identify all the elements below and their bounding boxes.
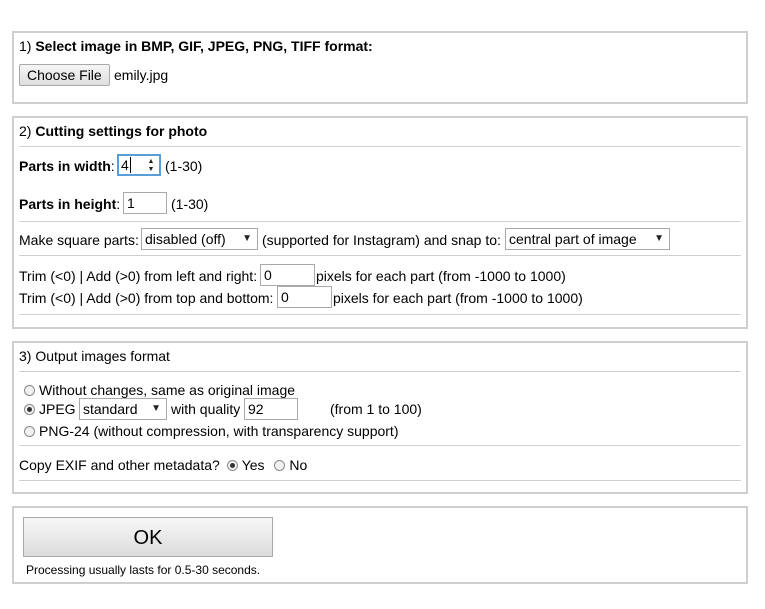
section-2-header: 2) Cutting settings for photo	[19, 123, 207, 139]
section-1-header: 1) Select image in BMP, GIF, JPEG, PNG, …	[19, 38, 373, 54]
trim-left-right-suffix: pixels for each part (from -1000 to 1000…	[316, 268, 566, 284]
exif-label: Copy EXIF and other metadata?	[19, 457, 220, 473]
square-parts-select[interactable]: disabled (off) ▼	[141, 228, 258, 250]
jpeg-mode-value: standard	[83, 401, 138, 417]
divider	[19, 221, 741, 222]
parts-height-label: Parts in height	[19, 196, 117, 212]
section-output-format: 3) Output images format Without changes,…	[12, 341, 748, 494]
chevron-down-icon: ▼	[151, 403, 161, 414]
parts-height-input[interactable]	[123, 192, 167, 214]
trim-top-bottom-label: Trim (<0) | Add (>0) from top and bottom…	[19, 290, 274, 306]
option-png[interactable]: PNG-24 (without compression, with transp…	[24, 423, 398, 439]
square-parts-label: Make square parts:	[19, 232, 139, 248]
trim-left-right-label: Trim (<0) | Add (>0) from left and right…	[19, 268, 258, 284]
divider	[19, 255, 741, 256]
section-select-image: 1) Select image in BMP, GIF, JPEG, PNG, …	[12, 31, 748, 104]
snap-to-value: central part of image	[509, 231, 637, 247]
processing-note: Processing usually lasts for 0.5-30 seco…	[26, 563, 261, 577]
quality-range: (from 1 to 100)	[330, 401, 422, 417]
parts-width-stepper[interactable]: 4 ▲ ▼	[117, 154, 161, 176]
radio-exif-no[interactable]	[274, 460, 286, 471]
exif-yes-label: Yes	[241, 457, 265, 473]
parts-width-range: (1-30)	[165, 158, 203, 174]
option-original[interactable]: Without changes, same as original image	[24, 382, 295, 398]
trim-top-bottom-input[interactable]	[277, 286, 332, 308]
radio-original[interactable]	[24, 385, 35, 396]
radio-jpeg[interactable]	[24, 404, 35, 415]
section-submit: OK Processing usually lasts for 0.5-30 s…	[12, 506, 748, 584]
option-jpeg[interactable]: JPEG	[24, 401, 76, 417]
square-parts-value: disabled (off)	[145, 231, 226, 247]
section-1-title: Select image in BMP, GIF, JPEG, PNG, TIF…	[35, 38, 373, 54]
snap-to-select[interactable]: central part of image ▼	[505, 228, 670, 250]
parts-height-range: (1-30)	[171, 196, 209, 212]
divider	[19, 314, 741, 315]
chevron-down-icon: ▼	[242, 233, 252, 244]
jpeg-mode-select[interactable]: standard ▼	[79, 398, 167, 420]
divider	[19, 146, 741, 147]
option-original-label: Without changes, same as original image	[39, 382, 296, 398]
exif-row: Copy EXIF and other metadata? Yes No	[19, 457, 307, 473]
parts-width-label: Parts in width	[19, 158, 111, 174]
divider	[19, 445, 741, 446]
trim-left-right-input[interactable]	[260, 264, 315, 286]
radio-png[interactable]	[24, 426, 35, 437]
section-2-title: Cutting settings for photo	[35, 123, 208, 139]
section-cutting-settings: 2) Cutting settings for photo Parts in w…	[12, 116, 748, 329]
ok-button[interactable]: OK	[23, 517, 273, 557]
stepper-arrows-icon[interactable]: ▲ ▼	[146, 158, 156, 174]
exif-no-label: No	[289, 457, 308, 473]
divider	[19, 480, 741, 481]
chevron-down-icon: ▼	[654, 233, 664, 244]
parts-width-row: Parts in width:	[19, 158, 115, 174]
radio-exif-yes[interactable]	[226, 460, 238, 471]
option-jpeg-label: JPEG	[39, 401, 76, 417]
trim-top-bottom-suffix: pixels for each part (from -1000 to 1000…	[333, 290, 583, 306]
selected-file-name: emily.jpg	[114, 67, 169, 83]
quality-input[interactable]	[244, 398, 298, 420]
section-1-number: 1)	[19, 38, 32, 54]
section-2-number: 2)	[19, 123, 32, 139]
parts-height-row: Parts in height:	[19, 196, 121, 212]
option-png-label: PNG-24 (without compression, with transp…	[39, 423, 399, 439]
square-parts-note: (supported for Instagram) and snap to:	[262, 232, 501, 248]
section-3-title: 3) Output images format	[19, 348, 170, 364]
choose-file-button[interactable]: Choose File	[19, 64, 110, 86]
quality-label: with quality	[171, 401, 241, 417]
parts-width-value: 4	[121, 157, 129, 173]
divider	[19, 371, 741, 372]
